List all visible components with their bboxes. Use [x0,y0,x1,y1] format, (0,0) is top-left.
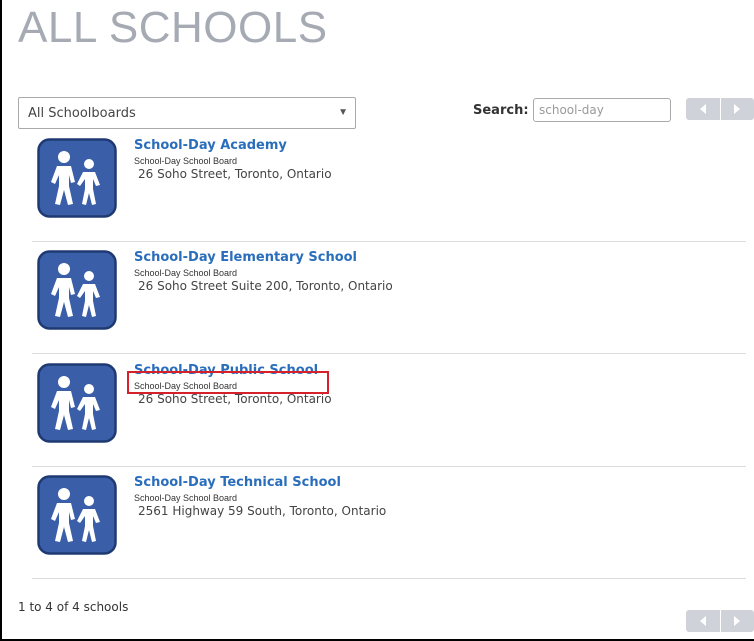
results-summary: 1 to 4 of 4 schools [18,600,129,614]
prev-page-button[interactable] [686,98,720,120]
school-address: 26 Soho Street, Toronto, Ontario [138,392,332,406]
school-children-icon [37,475,117,555]
chevron-left-icon [699,616,706,626]
schoolboard-select[interactable]: All Schoolboards ▼ [18,97,356,129]
pager-top [686,98,754,120]
school-name-link[interactable]: School-Day Academy [134,138,287,153]
school-children-icon [37,250,117,330]
chevron-left-icon [699,104,706,114]
school-board-label: School-Day School Board [134,381,238,391]
school-list-item: School-Day Technical School School-Day S… [32,466,746,579]
pager-bottom [686,610,754,632]
school-list-item: School-Day Elementary School School-Day … [32,241,746,354]
school-name-link[interactable]: School-Day Public School [134,363,318,378]
school-list-item: School-Day Public School School-Day Scho… [32,354,746,467]
school-address: 26 Soho Street, Toronto, Ontario [138,167,332,181]
search-input[interactable] [533,98,671,122]
search-label: Search: [473,103,529,118]
schoolboard-select-value: All Schoolboards [28,105,136,121]
school-children-icon [37,138,117,218]
school-name-link[interactable]: School-Day Technical School [134,475,341,490]
caret-down-icon: ▼ [338,107,348,118]
next-page-button[interactable] [720,610,754,632]
school-list-item: School-Day Academy School-Day School Boa… [32,129,746,242]
school-board-label: School-Day School Board [134,268,238,278]
school-address: 26 Soho Street Suite 200, Toronto, Ontar… [138,279,393,293]
school-address: 2561 Highway 59 South, Toronto, Ontario [138,504,387,518]
school-name-link[interactable]: School-Day Elementary School [134,250,357,265]
next-page-button[interactable] [720,98,754,120]
chevron-right-icon [734,104,741,114]
app-frame: ALL SCHOOLS All Schoolboards ▼ Search: S… [0,0,754,641]
chevron-right-icon [734,616,741,626]
page-title: ALL SCHOOLS [18,3,328,52]
school-board-label: School-Day School Board [134,156,238,166]
prev-page-button[interactable] [686,610,720,632]
school-board-label: School-Day School Board [134,493,238,503]
school-children-icon [37,363,117,443]
